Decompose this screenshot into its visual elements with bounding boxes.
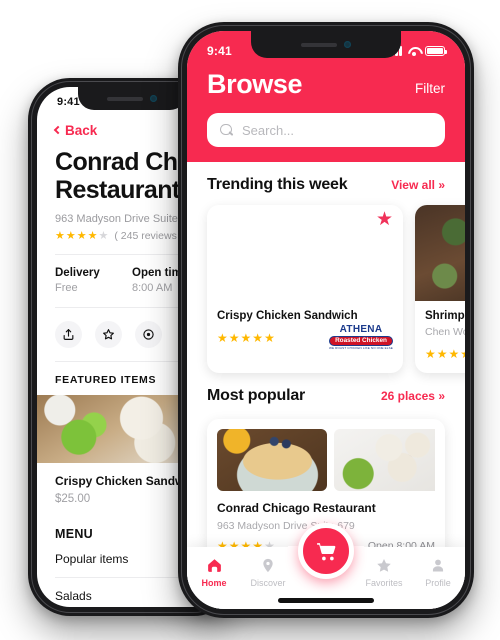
map-pin-icon (260, 557, 276, 574)
notch (251, 31, 401, 58)
filter-button[interactable]: Filter (415, 81, 445, 96)
notch (78, 87, 186, 110)
battery-icon (425, 46, 447, 56)
search-icon (220, 123, 233, 137)
back-button-label: Back (65, 123, 98, 138)
favorite-button[interactable] (95, 321, 122, 348)
trending-carousel[interactable]: ★ Crispy Chicken Sandwich ★ ★ ★ ★ ★ ATHENA R… (187, 205, 465, 373)
location-icon (143, 329, 154, 340)
tab-home[interactable]: Home (187, 557, 241, 588)
tab-discover-label: Discover (250, 578, 286, 588)
place-photo (334, 429, 435, 491)
trending-card-stars: ★★★★★ (425, 348, 465, 360)
speaker-grille (107, 96, 143, 101)
cart-icon (316, 542, 335, 560)
star-filled-icon: ★ (448, 347, 460, 361)
athena-logo: ATHENA Roasted Chicken WE ROAST CHICKEN … (325, 324, 397, 351)
foreground-phone-device: 9:41 Browse Filter Search... Trending th… (178, 22, 474, 618)
speaker-grille (301, 42, 337, 47)
place-photo (217, 429, 327, 491)
tab-profile-label: Profile (425, 578, 451, 588)
cart-button[interactable] (298, 523, 354, 579)
trending-card[interactable]: Shrimp Fried R Chen Wong R ★★★★★ (415, 205, 465, 373)
browse-screen: 9:41 Browse Filter Search... Trending th… (187, 31, 465, 609)
front-camera (150, 95, 157, 102)
star-filled-icon: ★ (76, 229, 87, 242)
trending-card-title: Crispy Chicken Sandwich (217, 310, 358, 322)
trending-card-body: Shrimp Fried R Chen Wong R ★★★★★ (415, 301, 465, 373)
location-button[interactable] (135, 321, 162, 348)
place-name: Conrad Chicago Restaurant (217, 501, 376, 515)
star-filled-icon: ★ (460, 348, 465, 360)
share-icon (63, 329, 74, 340)
page-title: Browse (207, 69, 303, 99)
tab-profile[interactable]: Profile (411, 557, 465, 588)
places-count-link[interactable]: 26 places » (381, 389, 445, 403)
place-card-gallery[interactable] (217, 429, 435, 491)
info-delivery: Delivery Free (55, 267, 132, 294)
star-filled-icon: ★ (65, 229, 76, 242)
chevron-left-icon (53, 125, 63, 135)
header-title-row: Browse Filter (207, 69, 445, 100)
view-all-link[interactable]: View all » (391, 178, 445, 192)
info-delivery-value: Free (55, 282, 78, 294)
trending-card-image (415, 205, 465, 301)
info-delivery-key: Delivery (55, 267, 100, 279)
star-icon (375, 557, 393, 574)
star-empty-icon: ★ (98, 229, 109, 242)
search-input[interactable]: Search... (242, 123, 294, 138)
search-bar[interactable]: Search... (207, 113, 445, 147)
tab-favorites[interactable]: Favorites (357, 557, 411, 588)
wifi-icon (407, 46, 420, 56)
athena-logo-line2: Roasted Chicken (329, 336, 393, 346)
star-filled-icon: ★ (264, 331, 275, 345)
section-title-trending: Trending this week (207, 176, 348, 193)
star-filled-icon: ★ (228, 331, 240, 345)
section-header-popular: Most popular 26 places » (187, 373, 465, 416)
section-header-trending: Trending this week View all » (187, 162, 465, 205)
athena-logo-line3: WE ROAST CHICKEN LIKE NO ONE ELSE (329, 345, 393, 350)
rating-stars: ★ ★ ★ ★ ★ (55, 229, 109, 242)
front-camera (344, 41, 351, 48)
star-filled-icon: ★ (436, 347, 448, 361)
athena-logo-line1: ATHENA (339, 324, 383, 336)
home-indicator (278, 598, 374, 603)
trending-card-stars: ★★★★★ (217, 332, 275, 344)
tab-home-label: Home (201, 578, 227, 588)
share-button[interactable] (55, 321, 82, 348)
status-clock: 9:41 (57, 96, 80, 108)
home-icon (206, 557, 223, 574)
tab-favorites-label: Favorites (365, 578, 403, 588)
status-clock: 9:41 (207, 44, 232, 58)
trending-card-subtitle: Chen Wong R (425, 326, 465, 338)
star-filled-icon: ★ (217, 331, 228, 345)
star-filled-icon: ★ (425, 347, 436, 361)
trending-card-title: Shrimp Fried R (425, 310, 465, 322)
tab-discover[interactable]: Discover (241, 557, 295, 588)
star-filled-icon: ★ (87, 229, 98, 242)
star-filled-icon: ★ (252, 331, 264, 345)
screenshot-stage: 9:41 Back Conrad Chi Restaurant 963 Mady… (0, 0, 500, 640)
trending-card[interactable]: ★ Crispy Chicken Sandwich ★ ★ ★ ★ ★ ATHENA R… (207, 205, 403, 373)
review-count: ( 245 reviews ) (114, 230, 184, 242)
person-icon (430, 557, 446, 574)
star-filled-icon: ★ (55, 229, 65, 242)
trending-card-body: Crispy Chicken Sandwich ★ ★ ★ ★ ★ ATHENA Roa… (207, 301, 403, 357)
section-title-popular: Most popular (207, 387, 306, 404)
star-icon (103, 329, 114, 340)
star-badge-icon: ★ (376, 209, 394, 230)
star-filled-icon: ★ (240, 331, 252, 345)
trending-card-image: ★ (207, 205, 403, 301)
